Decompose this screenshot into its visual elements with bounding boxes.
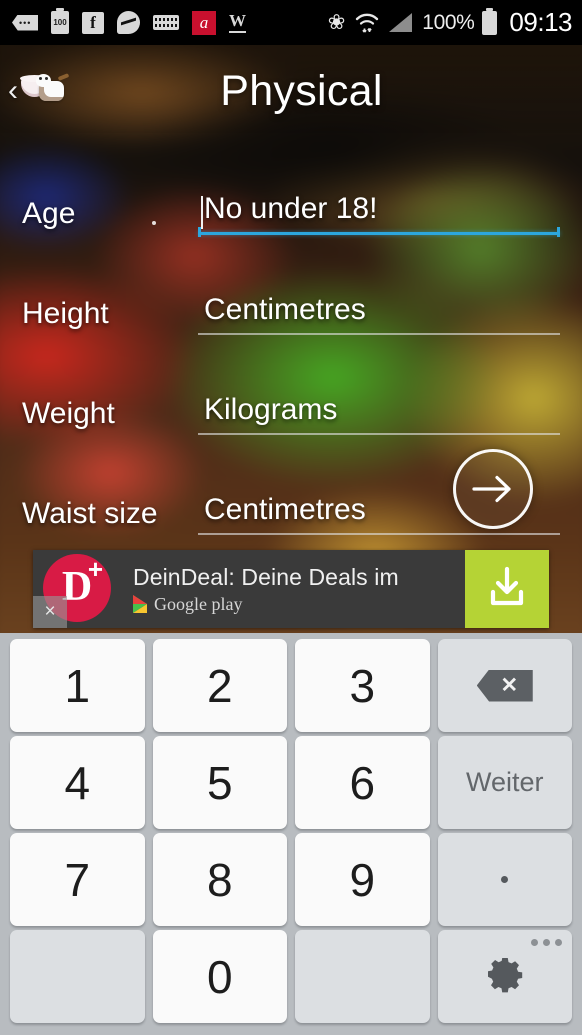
key-5[interactable]: 5 xyxy=(152,736,287,829)
back-button[interactable]: ‹ xyxy=(0,71,71,111)
key-6[interactable]: 6 xyxy=(295,736,430,829)
arrow-right-icon xyxy=(470,472,516,506)
key-7[interactable]: 7 xyxy=(10,833,145,926)
backspace-icon: ✕ xyxy=(476,669,533,702)
app-header: ‹ Physical xyxy=(0,45,582,137)
download-icon xyxy=(484,564,530,615)
ad-logo-plus-badge: + xyxy=(87,554,103,584)
field-label-waist-size: Waist size xyxy=(22,497,158,530)
key-blank-left[interactable] xyxy=(10,930,145,1023)
messenger-icon xyxy=(117,11,140,34)
field-input-age[interactable]: No under 18! xyxy=(198,192,560,237)
wikipedia-icon: W xyxy=(229,12,246,33)
bluetooth-icon: ❀ xyxy=(327,11,346,34)
ad-close-button[interactable]: × xyxy=(33,596,67,628)
status-bar-system-icons: ❀ 100% 09:13 xyxy=(327,7,573,38)
wifi-transfer-icon xyxy=(355,12,379,33)
ad-text-block: DeinDeal: Deine Deals im Google play xyxy=(133,550,465,628)
key-1[interactable]: 1 xyxy=(10,639,145,732)
ad-store-row: Google play xyxy=(133,594,465,615)
ad-install-button[interactable] xyxy=(465,550,549,628)
key-blank-right[interactable] xyxy=(295,930,430,1023)
keyboard-row-3: 7 8 9 xyxy=(6,833,576,926)
field-underline-age xyxy=(198,232,560,235)
key-0[interactable]: 0 xyxy=(152,930,287,1023)
key-next[interactable]: Weiter xyxy=(437,736,572,829)
key-period[interactable] xyxy=(437,833,572,926)
battery-full-icon xyxy=(482,7,498,35)
battery-percent-label: 100% xyxy=(422,10,475,34)
clock-label: 09:13 xyxy=(509,7,572,37)
key-label: 8 xyxy=(206,853,233,906)
numeric-keyboard: 1 2 3 ✕ 4 5 6 Weiter 7 8 9 0 xyxy=(0,633,582,1035)
key-label: 2 xyxy=(206,659,233,712)
field-hint-dot xyxy=(152,221,156,225)
key-8[interactable]: 8 xyxy=(152,833,287,926)
key-label: 1 xyxy=(64,659,91,712)
key-label: 0 xyxy=(206,950,233,1003)
battery-saver-100-icon: 100 xyxy=(51,8,69,34)
key-3[interactable]: 3 xyxy=(295,639,430,732)
cell-signal-icon xyxy=(389,13,413,32)
field-label-weight: Weight xyxy=(22,397,115,430)
period-icon xyxy=(501,876,509,883)
keyboard-row-4: 0 xyxy=(6,930,576,1023)
ad-logo-area: D + × xyxy=(33,550,133,628)
keyboard-icon xyxy=(153,15,179,30)
field-row-height[interactable]: Height Centimetres xyxy=(0,237,582,337)
dots-tag-icon xyxy=(12,12,38,34)
page-title: Physical xyxy=(220,66,383,115)
field-value-height: Centimetres xyxy=(204,293,366,326)
key-label: 3 xyxy=(349,659,376,712)
key-9[interactable]: 9 xyxy=(295,833,430,926)
key-label: Weiter xyxy=(465,767,544,797)
field-input-height[interactable]: Centimetres xyxy=(198,293,560,337)
field-underline-waist-size xyxy=(198,533,560,535)
next-button[interactable] xyxy=(453,449,533,529)
google-play-icon xyxy=(133,595,147,613)
chevron-left-icon: ‹ xyxy=(8,74,18,107)
field-row-weight[interactable]: Weight Kilograms xyxy=(0,337,582,437)
field-label-age: Age xyxy=(22,197,76,230)
key-backspace[interactable]: ✕ xyxy=(437,639,572,732)
field-label-height: Height xyxy=(22,297,109,330)
field-underline-height xyxy=(198,333,560,335)
ad-title: DeinDeal: Deine Deals im xyxy=(133,563,399,590)
field-value-age: No under 18! xyxy=(204,192,378,225)
field-input-weight[interactable]: Kilograms xyxy=(198,393,560,437)
cow-milk-icon xyxy=(19,71,71,111)
text-caret xyxy=(201,196,203,229)
status-bar: 100 f a W ❀ 100% 09:13 xyxy=(0,0,582,45)
ad-banner[interactable]: D + × DeinDeal: Deine Deals im Google pl… xyxy=(33,550,549,628)
key-label: 6 xyxy=(349,756,376,809)
key-2[interactable]: 2 xyxy=(152,639,287,732)
phone-screen: 100 f a W ❀ 100% 09:13 xyxy=(0,0,582,1035)
overflow-dots-icon xyxy=(531,939,562,946)
key-label: 4 xyxy=(64,756,91,809)
key-label: 7 xyxy=(64,853,91,906)
ad-store-label: Google play xyxy=(154,593,243,614)
key-label: 5 xyxy=(206,756,233,809)
field-value-weight: Kilograms xyxy=(204,393,338,426)
key-label: 9 xyxy=(349,853,376,906)
keyboard-row-2: 4 5 6 Weiter xyxy=(6,736,576,829)
facebook-icon: f xyxy=(82,11,104,34)
status-bar-notification-icons: 100 f a W xyxy=(12,8,328,35)
gear-icon xyxy=(485,954,525,999)
key-settings[interactable] xyxy=(437,930,572,1023)
key-4[interactable]: 4 xyxy=(10,736,145,829)
field-row-age[interactable]: Age No under 18! xyxy=(0,137,582,237)
avira-icon: a xyxy=(192,10,216,35)
field-underline-weight xyxy=(198,433,560,435)
keyboard-row-1: 1 2 3 ✕ xyxy=(6,639,576,732)
